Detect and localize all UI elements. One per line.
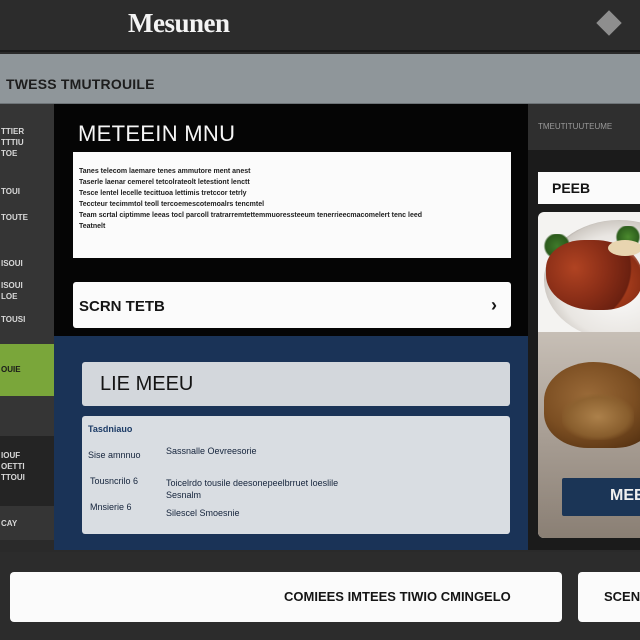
menu-header[interactable]: LIE MEEU (82, 362, 510, 406)
menu-row-label: Mnsierie 6 (90, 502, 132, 512)
sidebar-item-6[interactable]: TOUSI (0, 314, 54, 325)
sidebar-item-label: IOUF OETTI TTOUI (1, 451, 25, 482)
sidebar-item-label: ISOUI LOE (1, 281, 23, 301)
top-bar: Mesunen (0, 0, 640, 52)
pref-tab[interactable]: PEEB (538, 172, 640, 204)
secondary-action-label: SCEN (604, 589, 640, 604)
sidebar-item-label: TOUI (1, 187, 20, 196)
menu-card: Tasdniauo Sise amnnuo Sassnalle Oevreeso… (82, 416, 510, 534)
menu-panel: LIE MEEU Tasdniauo Sise amnnuo Sassnalle… (54, 336, 538, 550)
primary-action-button[interactable]: COMIEES IMTEES TIWIO CMINGELO (10, 572, 562, 622)
search-row-button[interactable]: SCRN TETB › (73, 282, 511, 328)
right-tab[interactable]: TMEUTITUUTEUME (528, 104, 640, 150)
description-line: Tesce lentel lecelle tecittuoa lettimis … (79, 190, 247, 197)
bottom-bar: COMIEES IMTEES TIWIO CMINGELO SCEN (0, 552, 640, 640)
diamond-icon[interactable] (596, 10, 622, 36)
sidebar-item-5[interactable]: ISOUI LOE (0, 280, 54, 302)
description-line: Taserle laenar cemerel tetcolrateolt let… (79, 179, 250, 186)
search-row-label: SCRN TETB (79, 298, 165, 315)
sidebar-item-9[interactable]: CAY (0, 518, 54, 529)
pref-tab-label: PEEB (552, 180, 591, 196)
primary-action-label: COMIEES IMTEES TIWIO CMINGELO (284, 589, 511, 604)
sidebar-item-4[interactable]: ISOUI (0, 258, 54, 269)
menu-card-heading: Tasdniauo (88, 424, 133, 434)
sidebar-item-3[interactable]: TOUTE (0, 212, 54, 223)
right-column: PEEB MEE (528, 150, 640, 550)
sidebar-item-label: CAY (1, 519, 18, 528)
main-panel: METEEIN MNU Tanes telecom laemare tenes … (54, 104, 528, 336)
sauce-image (608, 240, 640, 256)
sidebar-item-label: TOUTE (1, 213, 28, 222)
sidebar-item-2[interactable]: TOUI (0, 186, 54, 197)
menu-row-value[interactable]: Sassnalle Oevreesorie (166, 446, 257, 456)
description-line: Teatnelt (79, 223, 106, 230)
sidebar: TTIER TTTIU TOE TOUI TOUTE ISOUI ISOUI L… (0, 104, 54, 540)
sidebar-item-8[interactable]: IOUF OETTI TTOUI (0, 436, 54, 506)
panel-title: METEEIN MNU (78, 121, 236, 146)
description-line: Tanes telecom laemare tenes ammutore men… (79, 168, 251, 175)
sidebar-item-active[interactable]: OUIE (0, 344, 54, 396)
description-line: Team scrtal ciptimme leeas tocl parcoll … (79, 212, 423, 219)
sidebar-item-label: TTIER TTTIU TOE (1, 127, 25, 158)
description-line: Teccteur tecimmtol teoll tercoemescotemo… (79, 201, 265, 208)
app-title: Mesunen (128, 8, 230, 38)
menu-title: LIE MEEU (100, 373, 194, 395)
sidebar-item-label: ISOUI (1, 259, 23, 268)
menu-row-value-sub: Sesnalm (166, 490, 202, 500)
subheader-bar: TWESS TMUTROUILE (0, 54, 640, 104)
chevron-right-icon[interactable]: › (491, 295, 497, 316)
sidebar-item-label: OUIE (1, 365, 21, 374)
food-image-card[interactable]: MEE (538, 212, 640, 538)
food-menu-button-label: MEE (610, 487, 640, 504)
secondary-action-button[interactable]: SCEN (578, 572, 640, 622)
food-menu-button[interactable]: MEE (562, 478, 640, 516)
menu-row-label: Tousncrilo 6 (90, 476, 139, 486)
sidebar-item-1[interactable]: TTIER TTTIU TOE (0, 126, 54, 159)
menu-row-value[interactable]: Toicelrdo tousile deesonepeelbrruet loes… (166, 478, 416, 488)
menu-card-footer[interactable]: Silescel Smoesnie (166, 508, 240, 518)
menu-row-label: Sise amnnuo (88, 450, 141, 460)
right-tab-label: TMEUTITUUTEUME (538, 122, 613, 131)
bread-texture (562, 394, 634, 440)
description-box: Tanes telecom laemare tenes ammutore men… (73, 152, 511, 258)
sidebar-item-label: TOUSI (1, 315, 26, 324)
subheader-title: TWESS TMUTROUILE (6, 76, 155, 92)
